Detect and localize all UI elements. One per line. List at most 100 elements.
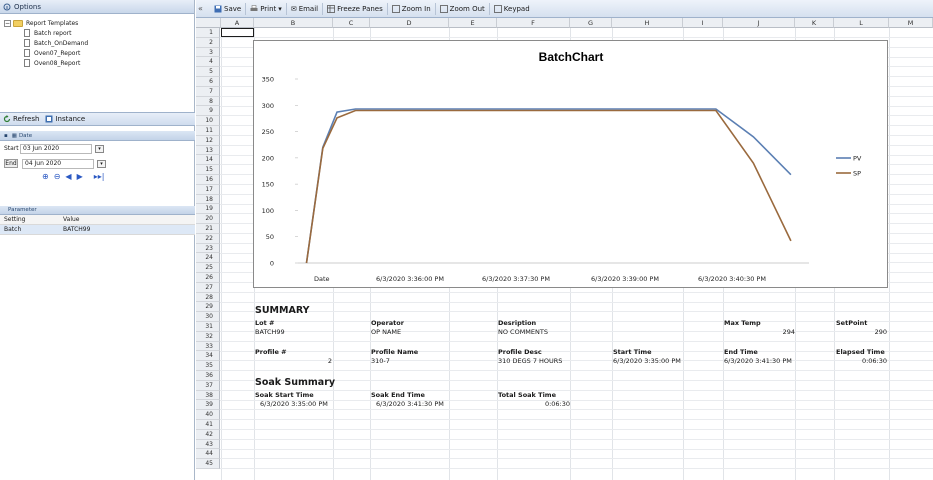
parameter-value[interactable]: BATCH99 bbox=[60, 226, 195, 233]
row-header[interactable]: 15 bbox=[196, 165, 220, 175]
row-header[interactable]: 39 bbox=[196, 400, 220, 411]
zoom-out-icon[interactable]: ⊖ bbox=[54, 172, 61, 181]
column-header[interactable]: A bbox=[221, 18, 254, 28]
row-header[interactable]: 2 bbox=[196, 37, 220, 48]
freeze-panes-button[interactable]: Freeze Panes bbox=[323, 2, 388, 15]
row-header[interactable]: 10 bbox=[196, 116, 220, 126]
row-header[interactable]: 23 bbox=[196, 243, 220, 254]
row-header[interactable]: 20 bbox=[196, 214, 220, 224]
row-header[interactable]: 17 bbox=[196, 184, 220, 195]
row-header[interactable]: 28 bbox=[196, 292, 220, 303]
print-button[interactable]: Print ▾ bbox=[246, 2, 287, 15]
row-header[interactable]: 33 bbox=[196, 341, 220, 352]
row-header[interactable]: 3 bbox=[196, 47, 220, 58]
end-time-value[interactable]: 6/3/2020 3:41:30 PM bbox=[724, 357, 792, 366]
next-icon[interactable]: ▶ bbox=[77, 172, 83, 181]
column-header[interactable]: C bbox=[333, 18, 370, 28]
column-header[interactable]: L bbox=[834, 18, 889, 28]
description-value[interactable]: NO COMMENTS bbox=[498, 328, 548, 337]
row-header[interactable]: 13 bbox=[196, 145, 220, 156]
row-header[interactable]: 40 bbox=[196, 410, 220, 420]
column-header[interactable]: K bbox=[795, 18, 834, 28]
end-date-field[interactable]: 04 Jun 2020 bbox=[22, 158, 94, 169]
max-temp-value[interactable]: 294 bbox=[724, 328, 795, 337]
zoom-in-icon[interactable]: ⊕ bbox=[42, 172, 49, 181]
save-button[interactable]: Save bbox=[210, 2, 247, 15]
row-header[interactable]: 6 bbox=[196, 77, 220, 87]
calendar-dropdown-icon[interactable]: ▾ bbox=[97, 159, 106, 168]
soak-start-value[interactable]: 6/3/2020 3:35:00 PM bbox=[260, 400, 328, 409]
row-header[interactable]: 31 bbox=[196, 322, 220, 332]
corner-cell[interactable] bbox=[196, 18, 221, 28]
column-header[interactable]: M bbox=[889, 18, 933, 28]
soak-end-value[interactable]: 6/3/2020 3:41:30 PM bbox=[376, 400, 444, 409]
row-header[interactable]: 26 bbox=[196, 273, 220, 283]
end-label[interactable]: End bbox=[4, 159, 18, 168]
column-header[interactable]: B bbox=[254, 18, 333, 28]
profile-name-value[interactable]: 310-7 bbox=[371, 357, 390, 366]
collapse-icon[interactable]: − bbox=[4, 19, 11, 27]
column-header[interactable]: E bbox=[449, 18, 497, 28]
row-header[interactable]: 21 bbox=[196, 224, 220, 234]
zoom-in-button[interactable]: Zoom In bbox=[388, 2, 436, 15]
previous-icon[interactable]: ◀ bbox=[65, 172, 71, 181]
operator-value[interactable]: OP NAME bbox=[371, 328, 401, 337]
total-soak-value[interactable]: 0:06:30 bbox=[498, 400, 570, 409]
row-header[interactable]: 12 bbox=[196, 135, 220, 146]
row-header[interactable]: 8 bbox=[196, 96, 220, 107]
tree-item[interactable]: Batch report bbox=[4, 28, 194, 38]
tree-item[interactable]: Oven08_Report bbox=[4, 58, 194, 68]
row-header[interactable]: 25 bbox=[196, 263, 220, 273]
profile-desc-value[interactable]: 310 DEGS 7 HOURS bbox=[498, 357, 562, 366]
row-header[interactable]: 38 bbox=[196, 390, 220, 401]
row-header[interactable]: 4 bbox=[196, 57, 220, 68]
elapsed-time-value[interactable]: 0:06:30 bbox=[836, 357, 887, 366]
column-header[interactable]: G bbox=[570, 18, 612, 28]
tree-item[interactable]: Oven07_Report bbox=[4, 48, 194, 58]
row-header[interactable]: 5 bbox=[196, 67, 220, 77]
row-header[interactable]: 1 bbox=[196, 28, 220, 38]
column-header[interactable]: I bbox=[683, 18, 723, 28]
keypad-button[interactable]: Keypad bbox=[490, 3, 534, 15]
row-header[interactable]: 24 bbox=[196, 253, 220, 264]
row-header[interactable]: 27 bbox=[196, 282, 220, 293]
row-header[interactable]: 9 bbox=[196, 106, 220, 117]
dropdown-icon[interactable]: ▾ bbox=[278, 5, 282, 13]
tree-root[interactable]: − Report Templates bbox=[4, 18, 194, 28]
setpoint-value[interactable]: 290 bbox=[836, 328, 887, 337]
row-header[interactable]: 45 bbox=[196, 459, 220, 469]
row-header[interactable]: 18 bbox=[196, 194, 220, 205]
profile-value[interactable]: 2 bbox=[255, 357, 332, 366]
tree-item[interactable]: Batch_OnDemand bbox=[4, 38, 194, 48]
lot-value[interactable]: BATCH99 bbox=[255, 328, 285, 337]
collapse-icon[interactable]: ▪ bbox=[4, 133, 8, 139]
last-icon[interactable]: ▸▸| bbox=[94, 172, 105, 181]
row-header[interactable]: 29 bbox=[196, 302, 220, 313]
zoom-out-button[interactable]: Zoom Out bbox=[436, 2, 490, 15]
parameter-section-header[interactable]: Parameter bbox=[0, 206, 195, 215]
row-header[interactable]: 11 bbox=[196, 126, 220, 136]
column-header[interactable]: D bbox=[370, 18, 449, 28]
row-header[interactable]: 16 bbox=[196, 175, 220, 185]
parameter-row[interactable]: Batch BATCH99 bbox=[0, 225, 195, 235]
selected-cell[interactable] bbox=[221, 28, 254, 37]
column-header[interactable]: J bbox=[723, 18, 795, 28]
date-section-header[interactable]: ▪ ▦ Date bbox=[0, 131, 195, 141]
row-header[interactable]: 19 bbox=[196, 204, 220, 215]
row-header[interactable]: 14 bbox=[196, 155, 220, 166]
collapse-pane-icon[interactable]: « bbox=[198, 4, 210, 13]
row-header[interactable]: 32 bbox=[196, 331, 220, 342]
instance-button[interactable]: Instance bbox=[45, 115, 85, 123]
row-header[interactable]: 37 bbox=[196, 380, 220, 391]
row-header[interactable]: 41 bbox=[196, 420, 220, 430]
calendar-dropdown-icon[interactable]: ▾ bbox=[95, 144, 104, 153]
column-header[interactable]: H bbox=[612, 18, 683, 28]
row-header[interactable]: 7 bbox=[196, 86, 220, 97]
email-button[interactable]: ✉ Email bbox=[287, 2, 324, 15]
refresh-button[interactable]: Refresh bbox=[3, 115, 39, 123]
row-header[interactable]: 35 bbox=[196, 361, 220, 371]
row-header[interactable]: 34 bbox=[196, 351, 220, 362]
column-header[interactable]: F bbox=[497, 18, 570, 28]
start-date-field[interactable]: 03 Jun 2020 bbox=[20, 143, 92, 154]
row-header[interactable]: 43 bbox=[196, 439, 220, 450]
